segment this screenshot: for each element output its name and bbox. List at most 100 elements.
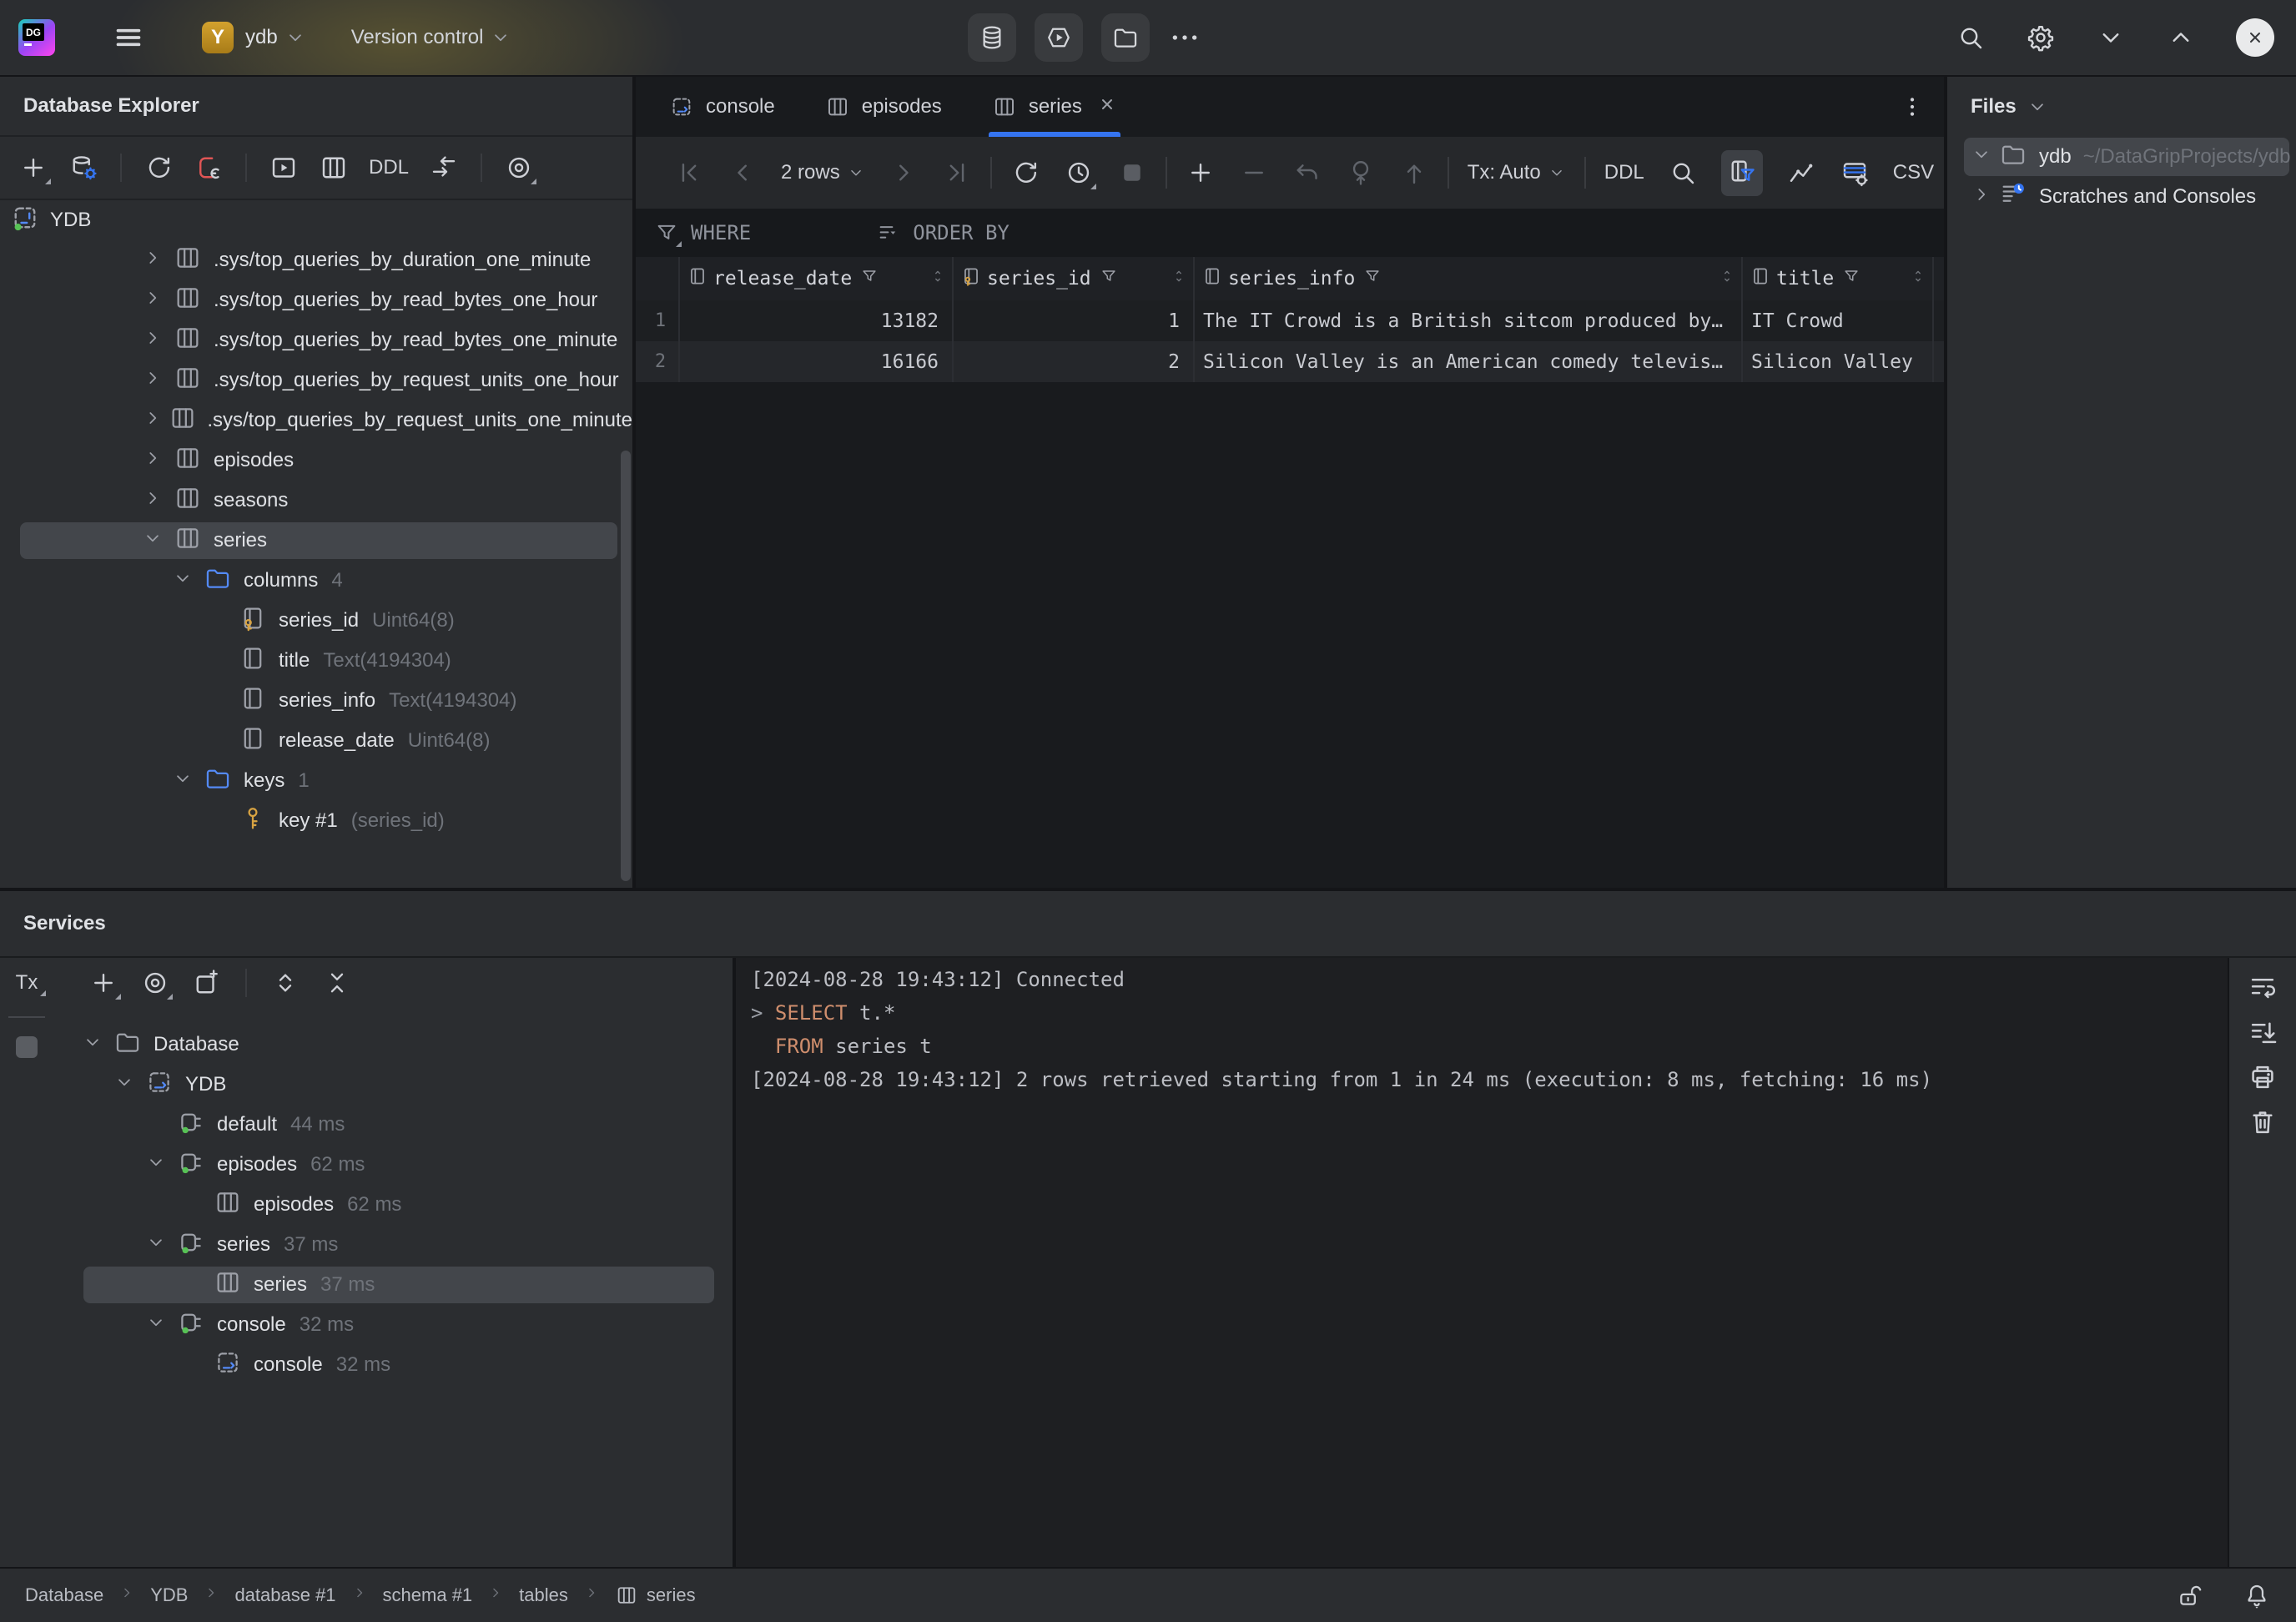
chevron-right-icon[interactable] <box>889 158 919 188</box>
order-by-icon[interactable] <box>876 220 901 245</box>
trash-icon[interactable] <box>2247 1106 2278 1138</box>
open-new-icon[interactable] <box>192 968 222 998</box>
project-chevron-icon[interactable] <box>284 27 306 48</box>
breadcrumb-tables[interactable]: tables <box>519 1584 568 1606</box>
run-tool-button[interactable] <box>1035 13 1083 62</box>
services-item-console[interactable]: console32 ms <box>0 1345 733 1385</box>
sortud-icon[interactable] <box>929 267 947 285</box>
plus-icon[interactable] <box>1186 158 1216 188</box>
chevron-right-icon[interactable] <box>142 487 164 509</box>
explorer-scrollbar[interactable] <box>621 451 631 881</box>
search-button[interactable] <box>1956 23 1986 53</box>
eye-icon[interactable] <box>140 968 170 998</box>
explorer-item-columns[interactable]: columns4 <box>0 561 632 601</box>
grid-cell[interactable]: Silicon Valley <box>1743 341 1934 382</box>
grid-column-header-release_date[interactable]: release_date <box>680 257 954 300</box>
breadcrumb-database[interactable]: Database <box>25 1584 103 1606</box>
funnel-icon[interactable] <box>1842 267 1860 285</box>
chevron-right-icon[interactable] <box>142 247 164 269</box>
chevron-down-button[interactable] <box>2096 23 2126 53</box>
funnel-icon[interactable] <box>1100 267 1118 285</box>
tx-auto-control[interactable]: Tx: Auto <box>1468 161 1566 184</box>
services-item-series[interactable]: series37 ms <box>0 1265 733 1305</box>
plus-icon[interactable] <box>18 153 48 183</box>
refresh-icon[interactable] <box>1010 158 1040 188</box>
db-gear-icon[interactable] <box>68 153 98 183</box>
chevron-left-icon[interactable] <box>728 158 758 188</box>
last-page-icon[interactable] <box>942 158 972 188</box>
console-output[interactable]: [2024-08-28 19:43:12] Connected> SELECT … <box>736 958 2228 1567</box>
plus-icon[interactable] <box>88 968 118 998</box>
where-label[interactable]: WHERE <box>691 221 751 244</box>
explorer-item-seasons[interactable]: seasons <box>0 481 632 521</box>
print-icon[interactable] <box>2247 1061 2278 1093</box>
breadcrumb-ydb[interactable]: YDB <box>150 1584 188 1606</box>
services-item-episodes[interactable]: episodes62 ms <box>0 1145 733 1185</box>
close-x-icon[interactable] <box>1097 94 1117 114</box>
lock-open-button[interactable] <box>2176 1581 2204 1609</box>
clock-icon[interactable] <box>1064 158 1094 188</box>
table-settings-icon[interactable] <box>1840 158 1870 188</box>
tab-series[interactable]: series <box>967 77 1142 137</box>
soft-wrap-icon[interactable] <box>2247 971 2278 1003</box>
grid-column-header-series_id[interactable]: series_id <box>954 257 1195 300</box>
explorer-item-series-id[interactable]: series_idUint64(8) <box>0 601 632 641</box>
chevron-right-icon[interactable] <box>142 327 164 349</box>
grid-row-1[interactable]: 1131821The IT Crowd is a British sitcom … <box>636 300 1944 341</box>
explorer-item--sys-top-queries-by-request-units-one-minute[interactable]: .sys/top_queries_by_request_units_one_mi… <box>0 400 632 441</box>
chevron-down-icon[interactable] <box>172 768 194 789</box>
breadcrumb-schema-1[interactable]: schema #1 <box>383 1584 473 1606</box>
chevron-right-icon[interactable] <box>142 407 164 429</box>
sortud-icon[interactable] <box>1170 267 1188 285</box>
grid-cell[interactable]: Silicon Valley is an American comedy tel… <box>1195 341 1743 382</box>
order-by-label[interactable]: ORDER BY <box>913 221 1010 244</box>
grid-cell[interactable]: IT Crowd <box>1743 300 1934 341</box>
chevron-down-icon[interactable] <box>172 567 194 589</box>
undo-icon[interactable] <box>1292 158 1322 188</box>
services-item-default[interactable]: default44 ms <box>0 1105 733 1145</box>
filter-columns-icon[interactable] <box>1727 156 1757 186</box>
sortud-icon[interactable] <box>1909 267 1927 285</box>
chart-icon[interactable] <box>1786 158 1816 188</box>
explorer-item-keys[interactable]: keys1 <box>0 761 632 801</box>
expand-all-icon[interactable] <box>270 968 300 998</box>
breadcrumb-series[interactable]: series <box>615 1584 696 1607</box>
explorer-item--sys-top-queries-by-request-units-one-hour[interactable]: .sys/top_queries_by_request_units_one_ho… <box>0 360 632 400</box>
jump-icon[interactable] <box>429 153 459 183</box>
filter-columns-toggle[interactable] <box>1721 150 1763 196</box>
files-item-ydb[interactable]: ydb~/DataGripProjects/ydb <box>1947 137 2296 177</box>
services-item-database[interactable]: Database <box>0 1025 733 1065</box>
grid-cell[interactable]: 16166 <box>680 341 954 382</box>
tx-mode-button[interactable]: Tx <box>16 971 38 995</box>
more-tools-button[interactable] <box>1168 21 1201 54</box>
grid-corner-cell[interactable] <box>642 257 680 300</box>
explorer-item--sys-top-queries-by-read-bytes-one-minute[interactable]: .sys/top_queries_by_read_bytes_one_minut… <box>0 320 632 360</box>
breadcrumb-database-1[interactable]: database #1 <box>234 1584 335 1606</box>
services-item-ydb[interactable]: YDB <box>0 1065 733 1105</box>
main-menu-button[interactable] <box>112 21 145 54</box>
search-icon[interactable] <box>1668 158 1698 188</box>
chevron-down-icon[interactable] <box>145 1232 167 1253</box>
grid-column-header-title[interactable]: title <box>1743 257 1934 300</box>
vcs-chevron-icon[interactable] <box>490 27 511 48</box>
minus-icon[interactable] <box>1239 158 1269 188</box>
explorer-item-episodes[interactable]: episodes <box>0 441 632 481</box>
chevron-right-icon[interactable] <box>142 287 164 309</box>
ddl-control[interactable]: DDL <box>1604 161 1644 184</box>
project-name[interactable]: ydb <box>245 26 278 49</box>
files-item-scratches-and-consoles[interactable]: Scratches and Consoles <box>1947 177 2296 217</box>
chevron-down-icon[interactable] <box>142 527 164 549</box>
bell-button[interactable] <box>2243 1581 2271 1609</box>
disconnect-icon[interactable] <box>194 153 224 183</box>
folder-tool-button[interactable] <box>1101 13 1150 62</box>
chevron-down-icon[interactable] <box>145 1312 167 1333</box>
grid-column-header-series_info[interactable]: series_info <box>1195 257 1743 300</box>
project-badge[interactable]: Y <box>202 22 234 53</box>
funnel-icon[interactable] <box>1363 267 1382 285</box>
chevron-down-icon[interactable] <box>113 1071 135 1093</box>
row-number[interactable]: 2 <box>642 341 680 382</box>
datagrip-logo[interactable]: DG <box>18 19 55 56</box>
row-number[interactable]: 1 <box>642 300 680 341</box>
eye-icon[interactable] <box>504 153 534 183</box>
tab-episodes[interactable]: episodes <box>800 77 967 137</box>
